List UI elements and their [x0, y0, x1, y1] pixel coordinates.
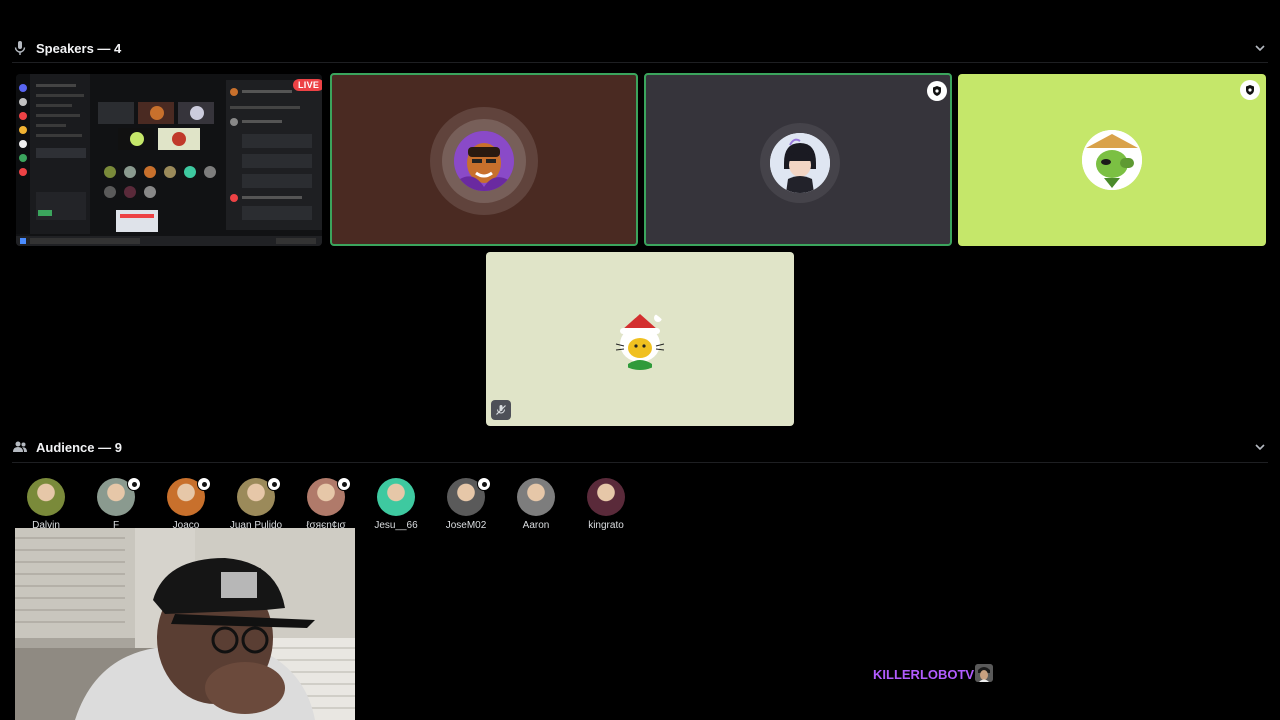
audience-member[interactable]: Juan Pulido — [221, 477, 291, 531]
mic-muted-icon — [491, 400, 511, 420]
audience-member[interactable]: Jesu__66 — [361, 478, 431, 531]
audience-section-header[interactable]: Audience — 9 — [12, 437, 1268, 457]
audience-member-name: Aaron — [522, 520, 550, 531]
audience-member[interactable]: F — [81, 477, 151, 531]
avatar — [237, 477, 281, 516]
avatar-image — [377, 478, 415, 516]
audience-member[interactable]: ℓσяєη¢ισ — [291, 477, 361, 531]
avatar-image — [517, 478, 555, 516]
live-badge: LIVE — [293, 79, 322, 91]
avatar-image — [27, 478, 65, 516]
speakers-section-header[interactable]: Speakers — 4 — [12, 38, 1268, 58]
moderator-shield-icon — [927, 81, 947, 101]
streamer-avatar — [975, 664, 993, 682]
screen-share-preview — [16, 74, 322, 246]
speaker-tile-1[interactable] — [330, 73, 638, 246]
audience-member[interactable]: Dalvin — [11, 478, 81, 531]
avatar — [770, 133, 830, 193]
streamer-name: KILLERLOBOTV — [873, 667, 975, 682]
webcam-overlay — [15, 528, 355, 720]
speaker-tile-4[interactable] — [486, 252, 794, 426]
moderator-badge-icon — [477, 477, 491, 491]
moderator-badge-icon — [197, 477, 211, 491]
screen-share-tile[interactable]: LIVE — [16, 74, 322, 246]
avatar — [1082, 130, 1142, 190]
people-icon — [12, 439, 28, 455]
audience-member-name: JoseM02 — [445, 520, 487, 531]
speaker-tile-3[interactable] — [958, 74, 1266, 246]
avatar — [447, 477, 491, 516]
audience-member-name: Jesu__66 — [374, 520, 418, 531]
avatar — [167, 477, 211, 516]
avatar — [454, 131, 514, 191]
moderator-badge-icon — [337, 477, 351, 491]
moderator-shield-icon — [1240, 80, 1260, 100]
chevron-down-icon[interactable] — [1252, 439, 1268, 455]
speakers-divider — [12, 62, 1268, 63]
avatar — [307, 477, 351, 516]
avatar-image — [587, 478, 625, 516]
moderator-badge-icon — [127, 477, 141, 491]
moderator-badge-icon — [267, 477, 281, 491]
avatar — [587, 478, 625, 516]
avatar — [97, 477, 141, 516]
audience-member[interactable]: Joaco — [151, 477, 221, 531]
audience-divider — [12, 462, 1268, 463]
avatar — [27, 478, 65, 516]
audience-header-label: Audience — 9 — [36, 439, 122, 455]
audience-member[interactable]: Aaron — [501, 478, 571, 531]
microphone-icon — [12, 40, 28, 56]
audience-member-name: kingrato — [588, 520, 624, 531]
avatar — [517, 478, 555, 516]
avatar — [377, 478, 415, 516]
audience-member[interactable]: kingrato — [571, 478, 641, 531]
speakers-header-label: Speakers — 4 — [36, 40, 122, 56]
avatar — [610, 310, 670, 370]
chevron-down-icon[interactable] — [1252, 40, 1268, 56]
speaker-tile-2[interactable] — [644, 73, 952, 246]
audience-member[interactable]: JoseM02 — [431, 477, 501, 531]
